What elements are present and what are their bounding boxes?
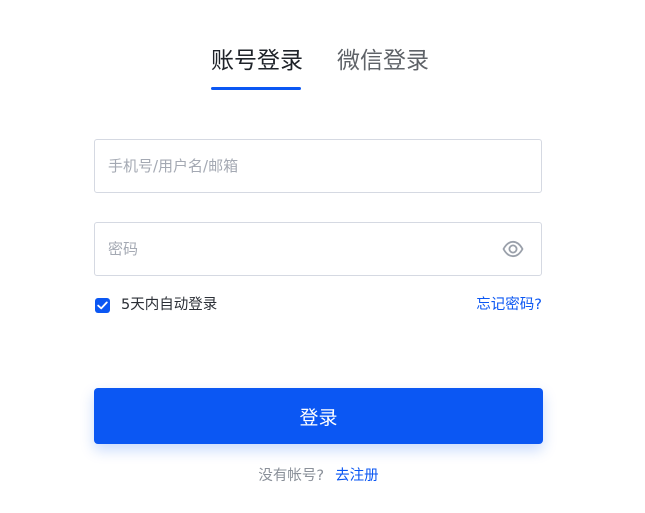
no-account-text: 没有帐号? <box>258 468 325 484</box>
check-icon <box>97 301 108 309</box>
username-field[interactable] <box>94 139 542 193</box>
login-button[interactable]: 登录 <box>94 388 543 444</box>
active-tab-indicator <box>211 87 301 90</box>
tab-account-login[interactable]: 账号登录 <box>211 44 303 78</box>
password-field[interactable] <box>94 222 542 276</box>
eye-icon[interactable] <box>502 240 524 258</box>
login-panel: 账号登录 微信登录 5天内自动登录 忘记密码? 登录 没有帐号? 去注册 <box>0 0 645 513</box>
username-input[interactable] <box>108 140 488 192</box>
register-prompt: 没有帐号? 去注册 <box>0 466 637 486</box>
remember-label: 5天内自动登录 <box>121 297 218 313</box>
password-input[interactable] <box>108 223 488 275</box>
forgot-password-link[interactable]: 忘记密码? <box>476 295 542 315</box>
tab-wechat-login[interactable]: 微信登录 <box>337 44 429 78</box>
checkbox[interactable] <box>95 297 110 313</box>
remember-login-checkbox[interactable]: 5天内自动登录 <box>95 295 217 315</box>
register-link[interactable]: 去注册 <box>335 468 379 484</box>
